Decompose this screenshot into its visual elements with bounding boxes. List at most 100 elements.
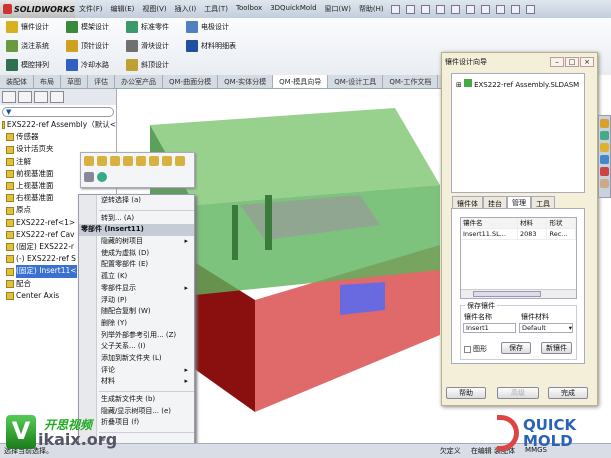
appearance-icon[interactable] [600, 167, 609, 176]
menu-item[interactable]: 窗口(W) [321, 4, 355, 14]
menu-item[interactable]: Toolbox [232, 4, 266, 14]
ribbon-button[interactable]: 镶件设计 [6, 21, 49, 33]
open-icon[interactable] [405, 4, 415, 14]
rebuild-icon[interactable] [480, 4, 490, 14]
ribbon-button[interactable]: 模腔排列 [6, 59, 49, 71]
context-menu-item[interactable]: 隐藏/显示树项目... (e) [79, 406, 194, 418]
maximize-button[interactable]: □ [565, 57, 579, 67]
context-menu-item[interactable]: 添加到新文件夹 (L) [79, 353, 194, 365]
ribbon-button[interactable]: 模架设计 [66, 21, 109, 33]
context-menu-item[interactable]: 隐藏的树项目 ▸ [79, 236, 194, 248]
view-palette-icon[interactable] [600, 155, 609, 164]
col-header[interactable]: 镶件名 [461, 218, 518, 228]
feature-tree-tab[interactable] [2, 91, 16, 103]
context-menu-item[interactable]: 使成为虚拟 (D) [79, 248, 194, 260]
context-menu-item[interactable]: 材料 ▸ [79, 376, 194, 388]
context-menu-item[interactable]: 评论 ▸ [79, 365, 194, 377]
home-icon[interactable] [600, 119, 609, 128]
tab[interactable]: QM-设计工具 [328, 75, 384, 88]
tab[interactable]: QM-曲面分模 [163, 75, 219, 88]
menu-item[interactable]: 工具(T) [200, 4, 232, 14]
insert-name-input[interactable]: Insert1 [463, 323, 516, 333]
toolbar-icon[interactable] [175, 156, 185, 166]
tab[interactable]: 评估 [88, 75, 115, 88]
context-menu-item[interactable]: 删除 (Y) [79, 318, 194, 330]
context-menu-item[interactable]: 配置零部件 (E) [79, 259, 194, 271]
context-menu-item[interactable]: 列举外部参考引用... (Z) [79, 330, 194, 342]
toolbar-icon[interactable] [123, 156, 133, 166]
tree-item[interactable]: 传感器 [2, 131, 116, 143]
context-menu-item[interactable]: 父子关系... (I) [79, 341, 194, 353]
tree-item[interactable]: EXS222-ref Assembly（默认< [2, 119, 116, 131]
property-tab[interactable] [18, 91, 32, 103]
toolbar-icon[interactable] [136, 156, 146, 166]
tree-root[interactable]: EXS222-ref Assembly.SLDASM [474, 81, 579, 89]
context-menu-item[interactable]: 转到... (A) [79, 213, 194, 225]
ribbon-button[interactable]: 浇注系统 [6, 40, 49, 52]
menu-item[interactable]: 文件(F) [75, 4, 107, 14]
context-menu-item[interactable]: 零部件显示 ▸ [79, 283, 194, 295]
context-menu-item[interactable]: 孤立 (K) [79, 271, 194, 283]
ribbon-button[interactable]: 电极设计 [186, 21, 229, 33]
shape-checkbox[interactable] [464, 345, 471, 353]
menu-item[interactable]: 编辑(E) [107, 4, 139, 14]
new-insert-button[interactable]: 新镶件 [541, 342, 572, 354]
toolbar-icon[interactable] [149, 156, 159, 166]
appearance-icon[interactable] [97, 171, 107, 182]
library-icon[interactable] [600, 131, 609, 140]
tab[interactable]: QM-模具向导 [273, 75, 329, 88]
toolbar-icon[interactable] [110, 156, 120, 166]
tab[interactable]: 办公室产品 [115, 75, 163, 88]
custom-properties-icon[interactable] [600, 179, 609, 188]
menu-item-label: 零部件显示 [101, 283, 136, 292]
tab[interactable]: 装配体 [0, 75, 34, 88]
ribbon-button[interactable]: 斜顶设计 [126, 59, 169, 71]
menu-item[interactable]: 3DQuickMold [266, 4, 320, 14]
close-button[interactable]: × [580, 57, 594, 67]
context-menu-item[interactable]: 随配合复制 (W) [79, 306, 194, 318]
col-header[interactable]: 材料 [518, 218, 548, 228]
tab[interactable]: QM-工作文档 [383, 75, 439, 88]
select-icon[interactable] [465, 4, 475, 14]
tab[interactable]: 草图 [61, 75, 88, 88]
context-menu-item[interactable]: 折叠项目 (f) [79, 417, 194, 429]
help-icon[interactable] [495, 4, 505, 14]
minimize-icon[interactable] [510, 4, 520, 14]
table-row[interactable]: Insert11.SL... 2083 Rec... [461, 229, 576, 240]
ribbon-button[interactable]: 标准零件 [126, 21, 169, 33]
cell: 2083 [518, 229, 548, 239]
print-icon[interactable] [435, 4, 445, 14]
close-icon[interactable] [525, 4, 535, 14]
context-menu-item[interactable]: 生成新文件夹 (b) [79, 394, 194, 406]
tree-node-icon [6, 218, 14, 227]
ribbon-button[interactable]: 材料明细表 [186, 40, 236, 52]
ribbon-button[interactable]: 顶针设计 [66, 40, 109, 52]
menu-item[interactable]: 帮助(H) [355, 4, 388, 14]
toolbar-icon[interactable] [84, 156, 94, 166]
toolbar-icon[interactable] [97, 156, 107, 166]
col-header[interactable]: 形状 [547, 218, 576, 228]
undo-icon[interactable] [450, 4, 460, 14]
context-menu-item[interactable]: 浮动 (P) [79, 295, 194, 307]
folder-icon[interactable] [600, 143, 609, 152]
menu-item[interactable]: 视图(V) [138, 4, 170, 14]
zoom-icon[interactable] [84, 171, 94, 182]
config-tab[interactable] [34, 91, 48, 103]
context-menu-item[interactable]: 逆转选择 (a) [79, 195, 194, 207]
tab[interactable]: 布局 [34, 75, 61, 88]
minimize-button[interactable]: – [550, 57, 564, 67]
material-select[interactable]: Default ▾ [519, 323, 573, 333]
help-button[interactable]: 帮助 [446, 387, 486, 399]
display-tab[interactable] [50, 91, 64, 103]
finish-button[interactable]: 完成 [548, 387, 588, 399]
tab[interactable]: QM-实体分模 [218, 75, 274, 88]
toolbar-icon[interactable] [162, 156, 172, 166]
tree-filter[interactable]: ▼ [2, 107, 114, 117]
save-button[interactable]: 保存 [501, 342, 531, 354]
save-icon[interactable] [420, 4, 430, 14]
ribbon-button[interactable]: 滑块设计 [126, 40, 169, 52]
new-icon[interactable] [390, 4, 400, 14]
menu-item[interactable]: 插入(I) [171, 4, 201, 14]
horizontal-scrollbar[interactable] [461, 289, 576, 298]
ribbon-button[interactable]: 冷却水路 [66, 59, 109, 71]
